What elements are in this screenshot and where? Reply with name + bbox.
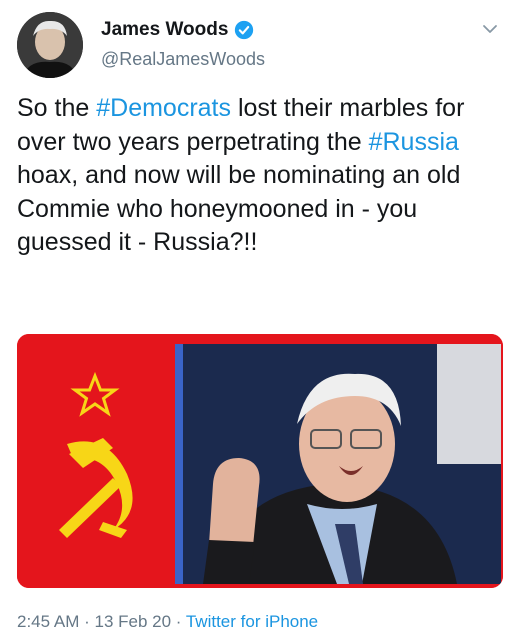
display-name-text[interactable]: James Woods bbox=[101, 19, 228, 41]
user-handle[interactable]: @RealJamesWoods bbox=[101, 49, 265, 70]
tweet-meta: 2:45 AM · 13 Feb 20 · Twitter for iPhone bbox=[17, 612, 318, 632]
tweet-source-link[interactable]: Twitter for iPhone bbox=[186, 612, 318, 631]
tweet-text-part: So the bbox=[17, 94, 97, 122]
hashtag-link[interactable]: #Russia bbox=[369, 128, 459, 156]
tweet-text: So the #Democrats lost their marbles for… bbox=[17, 92, 507, 260]
hashtag-link[interactable]: #Democrats bbox=[96, 94, 231, 122]
meta-separator: · bbox=[79, 612, 95, 631]
chevron-down-icon[interactable] bbox=[481, 20, 499, 38]
tweet-time[interactable]: 2:45 AM bbox=[17, 612, 79, 631]
display-name[interactable]: James Woods bbox=[101, 19, 254, 41]
avatar[interactable] bbox=[17, 12, 83, 78]
tweet-image[interactable] bbox=[17, 334, 503, 588]
tweet-text-part: hoax, and now will be nominating an old … bbox=[17, 161, 461, 256]
verified-badge-icon bbox=[235, 20, 254, 40]
tweet-date[interactable]: 13 Feb 20 bbox=[94, 612, 171, 631]
meta-separator: · bbox=[171, 612, 186, 631]
tweet-card: James Woods @RealJamesWoods So the #Demo… bbox=[0, 0, 517, 640]
